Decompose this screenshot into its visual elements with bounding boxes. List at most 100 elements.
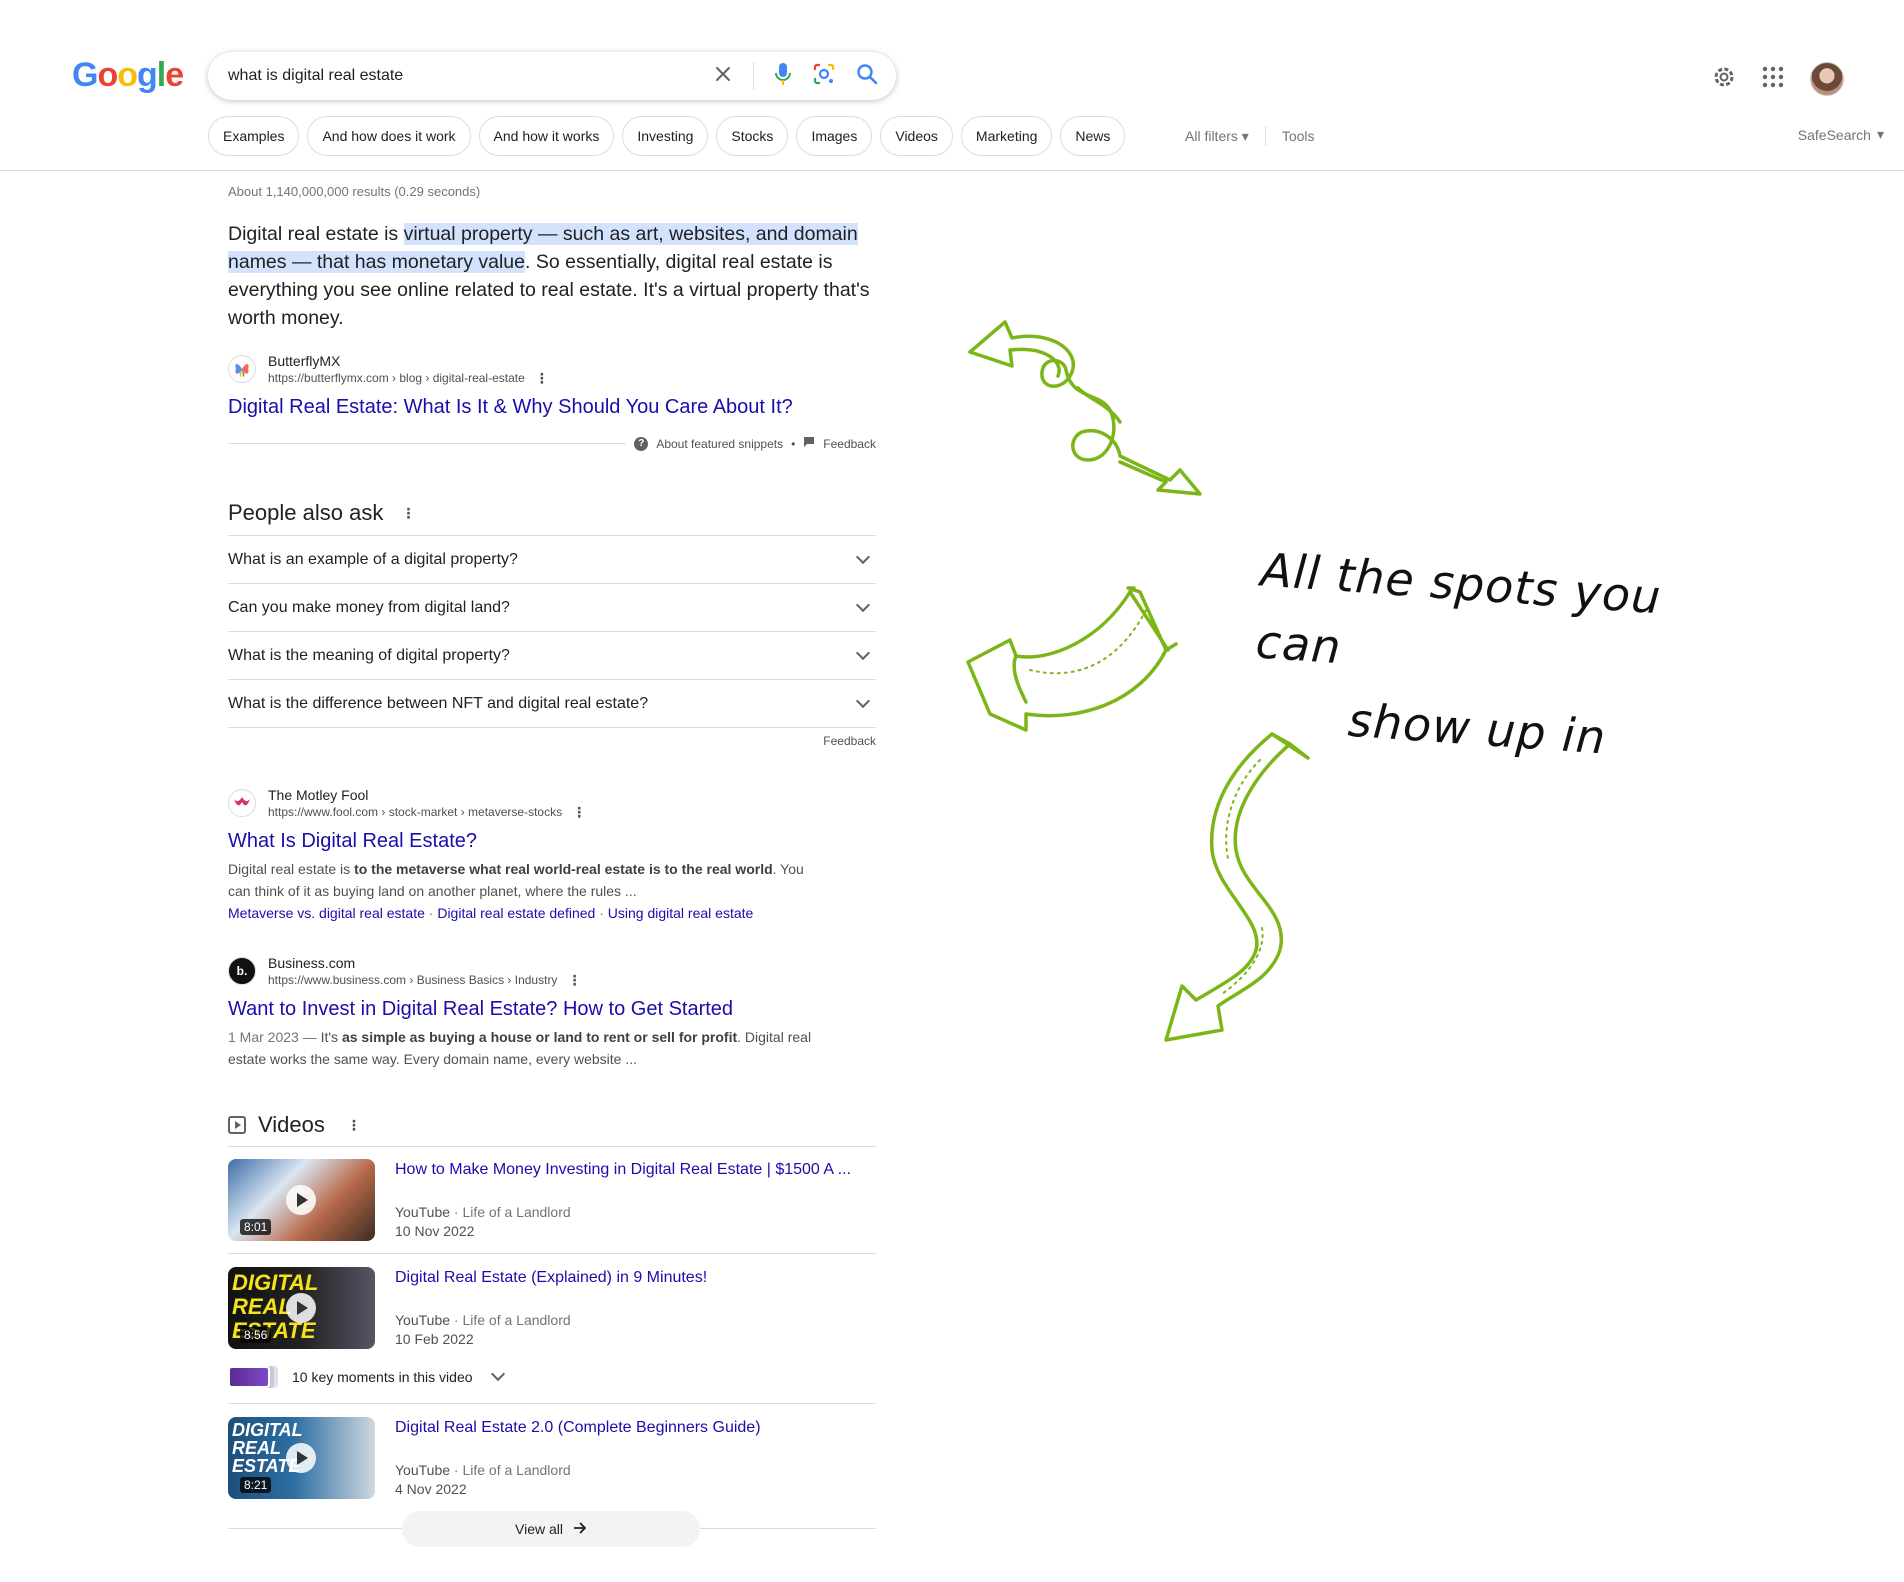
chevron-down-icon bbox=[855, 693, 871, 708]
filter-chip-and-how-does-it-work[interactable]: And how does it work bbox=[307, 116, 471, 156]
paa-feedback-link[interactable]: Feedback bbox=[228, 727, 876, 748]
help-icon: ? bbox=[634, 436, 649, 451]
videos-heading: Videos ⋮ bbox=[228, 1112, 876, 1138]
filter-chip-investing[interactable]: Investing bbox=[622, 116, 709, 156]
google-logo[interactable]: Google bbox=[72, 56, 184, 95]
logo-letter: o bbox=[97, 56, 118, 94]
result-date: 1 Mar 2023 — bbox=[228, 1029, 321, 1045]
video-duration: 8:01 bbox=[240, 1219, 272, 1235]
paa-question[interactable]: What is an example of a digital property… bbox=[228, 535, 876, 583]
paa-title: People also ask bbox=[228, 500, 384, 525]
paa-question[interactable]: What is the difference between NFT and d… bbox=[228, 679, 876, 727]
paa-question[interactable]: What is the meaning of digital property? bbox=[228, 631, 876, 679]
video-date: 10 Feb 2022 bbox=[395, 1331, 474, 1347]
logo-letter: g bbox=[137, 56, 158, 94]
all-filters-button[interactable]: All filters ▾ bbox=[1185, 128, 1249, 145]
about-featured-snippets-link[interactable]: About featured snippets bbox=[656, 437, 783, 451]
dot-separator: · bbox=[595, 905, 608, 921]
video-result[interactable]: DIGITAL REAL ESTATE 8:21 Digital Real Es… bbox=[228, 1403, 876, 1511]
curved-arrow bbox=[966, 586, 1178, 732]
source-url: https://www.fool.com › stock-market › me… bbox=[268, 805, 563, 819]
video-channel: · Life of a Landlord bbox=[450, 1312, 571, 1328]
paa-question-text: Can you make money from digital land? bbox=[228, 598, 510, 616]
tools-button[interactable]: Tools bbox=[1282, 128, 1315, 144]
header-divider bbox=[0, 170, 1904, 171]
avatar[interactable] bbox=[1810, 62, 1844, 96]
filter-chip-examples[interactable]: Examples bbox=[208, 116, 300, 156]
more-options-icon[interactable]: ⋮ bbox=[401, 505, 415, 522]
lens-icon[interactable] bbox=[812, 62, 836, 91]
source-url: https://www.business.com › Business Basi… bbox=[268, 973, 558, 987]
thumbnail-text: DIGITAL REAL ESTATE bbox=[232, 1420, 303, 1476]
video-source: YouTube · Life of a Landlord bbox=[395, 1311, 707, 1330]
video-platform: YouTube bbox=[395, 1204, 451, 1220]
sitelink[interactable]: Using digital real estate bbox=[608, 905, 754, 921]
video-thumbnail[interactable]: DIGITAL REAL ESTATE 8:21 bbox=[228, 1417, 375, 1499]
view-all-button[interactable]: View all bbox=[402, 1511, 700, 1547]
featured-snippet-title-link[interactable]: Digital Real Estate: What Is It & Why Sh… bbox=[228, 394, 876, 420]
video-date: 4 Nov 2022 bbox=[395, 1481, 467, 1497]
search-result: b. Business.com https://www.business.com… bbox=[228, 954, 876, 1070]
source-name: The Motley Fool bbox=[268, 787, 369, 803]
paa-question[interactable]: Can you make money from digital land? bbox=[228, 583, 876, 631]
more-options-icon[interactable]: ⋮ bbox=[567, 972, 581, 988]
key-moments-thumbnails bbox=[228, 1366, 270, 1388]
video-result[interactable]: 8:01 How to Make Money Investing in Digi… bbox=[228, 1146, 876, 1254]
apps-icon[interactable] bbox=[1762, 66, 1784, 93]
header-actions bbox=[1712, 62, 1844, 96]
source-url: https://butterflymx.com › blog › digital… bbox=[268, 371, 525, 385]
video-title-link[interactable]: Digital Real Estate 2.0 (Complete Beginn… bbox=[395, 1417, 761, 1439]
more-options-icon[interactable]: ⋮ bbox=[535, 370, 549, 386]
logo-letter: o bbox=[117, 56, 138, 94]
motley-fool-favicon bbox=[228, 789, 256, 817]
video-title-link[interactable]: How to Make Money Investing in Digital R… bbox=[395, 1159, 851, 1181]
more-options-icon[interactable]: ⋮ bbox=[347, 1117, 361, 1134]
key-moments-label: 10 key moments in this video bbox=[292, 1369, 473, 1385]
paa-question-text: What is the meaning of digital property? bbox=[228, 646, 510, 664]
key-moments-toggle[interactable]: 10 key moments in this video bbox=[228, 1366, 511, 1388]
mic-icon[interactable] bbox=[774, 62, 792, 91]
featured-snippet-footer: ? About featured snippets • Feedback bbox=[228, 436, 876, 451]
feedback-icon bbox=[803, 436, 815, 451]
search-result: The Motley Fool https://www.fool.com › s… bbox=[228, 786, 876, 924]
search-box[interactable] bbox=[208, 52, 896, 100]
sitelink[interactable]: Digital real estate defined bbox=[437, 905, 595, 921]
annotation-text: All the spots you can show up in bbox=[1254, 543, 1678, 765]
play-icon bbox=[286, 1293, 316, 1323]
result-title-link[interactable]: What Is Digital Real Estate? bbox=[228, 828, 876, 854]
video-result[interactable]: DIGITAL REAL ESTATE 8:56 Digital Real Es… bbox=[228, 1253, 876, 1403]
dot-separator: • bbox=[791, 436, 796, 451]
source-name: Business.com bbox=[268, 955, 356, 971]
filter-chips: Examples And how does it work And how it w… bbox=[208, 116, 1126, 156]
video-title-link[interactable]: Digital Real Estate (Explained) in 9 Min… bbox=[395, 1267, 707, 1289]
filter-chip-news[interactable]: News bbox=[1060, 116, 1126, 156]
play-icon bbox=[286, 1443, 316, 1473]
filter-chip-marketing[interactable]: Marketing bbox=[960, 116, 1053, 156]
search-input[interactable] bbox=[228, 67, 718, 85]
chevron-down-icon bbox=[855, 597, 871, 612]
feedback-link[interactable]: Feedback bbox=[823, 437, 876, 451]
snippet-text: Digital real estate is bbox=[228, 861, 355, 877]
result-title-link[interactable]: Want to Invest in Digital Real Estate? H… bbox=[228, 996, 876, 1022]
sitelink[interactable]: Metaverse vs. digital real estate bbox=[228, 905, 425, 921]
result-snippet: 1 Mar 2023 — It's as simple as buying a … bbox=[228, 1026, 828, 1070]
view-all-label: View all bbox=[515, 1521, 563, 1537]
settings-icon[interactable] bbox=[1712, 65, 1736, 94]
safesearch-button[interactable]: SafeSearch ▾ bbox=[1798, 126, 1884, 143]
video-source: YouTube · Life of a Landlord bbox=[395, 1461, 761, 1480]
video-platform: YouTube bbox=[395, 1462, 451, 1478]
video-thumbnail[interactable]: 8:01 bbox=[228, 1159, 375, 1241]
more-options-icon[interactable]: ⋮ bbox=[572, 804, 586, 820]
arrow-right-icon bbox=[573, 1521, 587, 1537]
caret-down-icon: ▾ bbox=[1876, 126, 1884, 142]
clear-icon[interactable] bbox=[713, 64, 733, 89]
filter-chip-images[interactable]: Images bbox=[796, 116, 873, 156]
video-thumbnail[interactable]: DIGITAL REAL ESTATE 8:56 bbox=[228, 1267, 375, 1349]
search-icon[interactable] bbox=[856, 63, 878, 90]
divider bbox=[753, 62, 754, 90]
filter-chip-and-how-it-works[interactable]: And how it works bbox=[478, 116, 615, 156]
filter-chip-videos[interactable]: Videos bbox=[880, 116, 953, 156]
video-date: 10 Nov 2022 bbox=[395, 1223, 475, 1239]
snippet-bold: as simple as buying a house or land to r… bbox=[341, 1029, 738, 1045]
filter-chip-stocks[interactable]: Stocks bbox=[716, 116, 789, 156]
